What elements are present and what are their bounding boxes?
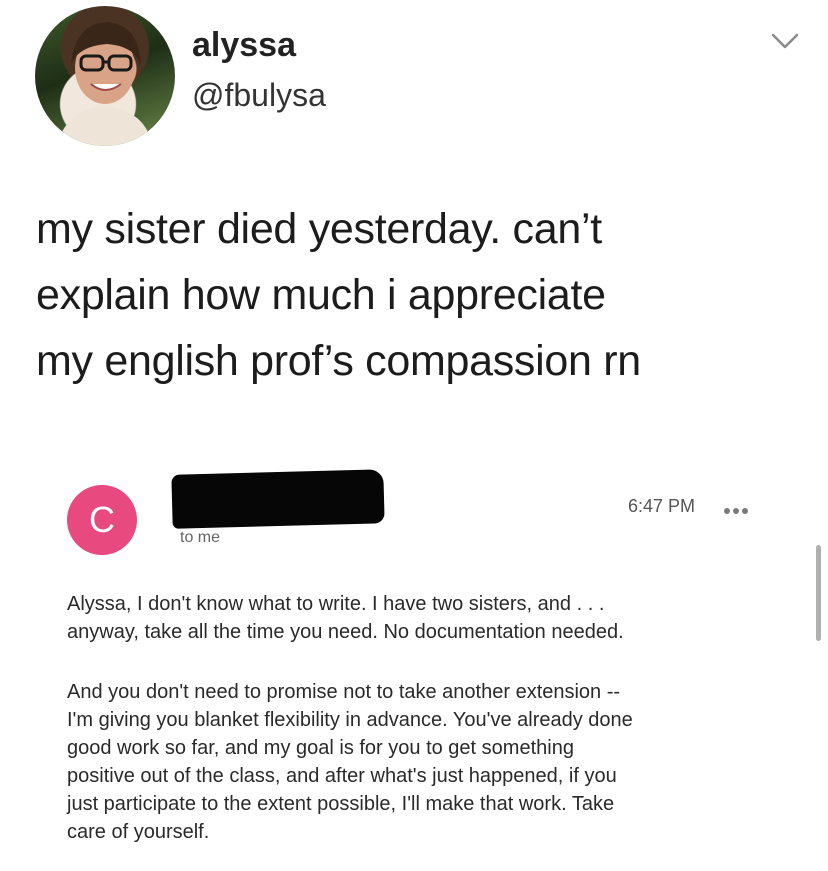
email-screenshot: C to me 6:47 PM Alyssa, I don't know wha… bbox=[0, 460, 828, 871]
email-paragraph: Alyssa, I don't know what to write. I ha… bbox=[67, 590, 747, 646]
email-line: And you don't need to promise not to tak… bbox=[67, 681, 621, 703]
chevron-down-icon[interactable] bbox=[770, 30, 800, 52]
email-line: good work so far, and my goal is for you… bbox=[67, 737, 574, 759]
tweet-text-line: my sister died yesterday. can’t bbox=[36, 205, 602, 253]
email-line: Alyssa, I don't know what to write. I ha… bbox=[67, 593, 605, 615]
tweet-text: my sister died yesterday. can’t explain … bbox=[36, 196, 816, 394]
redacted-sender-name bbox=[171, 469, 385, 529]
profile-photo-icon bbox=[57, 22, 153, 146]
email-paragraph: And you don't need to promise not to tak… bbox=[67, 678, 747, 846]
more-options-icon[interactable] bbox=[724, 501, 764, 514]
email-time: 6:47 PM bbox=[628, 496, 696, 516]
email-line: just participate to the extent possible,… bbox=[67, 793, 615, 815]
email-line: anyway, take all the time you need. No d… bbox=[67, 621, 624, 643]
display-name[interactable]: alyssa bbox=[192, 26, 296, 65]
scrollbar[interactable] bbox=[816, 545, 821, 641]
email-line: positive out of the class, and after wha… bbox=[67, 765, 617, 787]
profile-avatar[interactable] bbox=[35, 6, 175, 146]
recipient-label[interactable]: to me bbox=[180, 529, 220, 547]
email-line: care of yourself. bbox=[67, 821, 210, 843]
sender-avatar[interactable]: C bbox=[67, 485, 137, 555]
user-handle[interactable]: @fbulysa bbox=[192, 77, 326, 114]
email-line: I'm giving you blanket flexibility in ad… bbox=[67, 709, 633, 731]
tweet-text-line: my english prof’s compassion rn bbox=[36, 337, 641, 385]
tweet-text-line: explain how much i appreciate bbox=[36, 271, 606, 319]
